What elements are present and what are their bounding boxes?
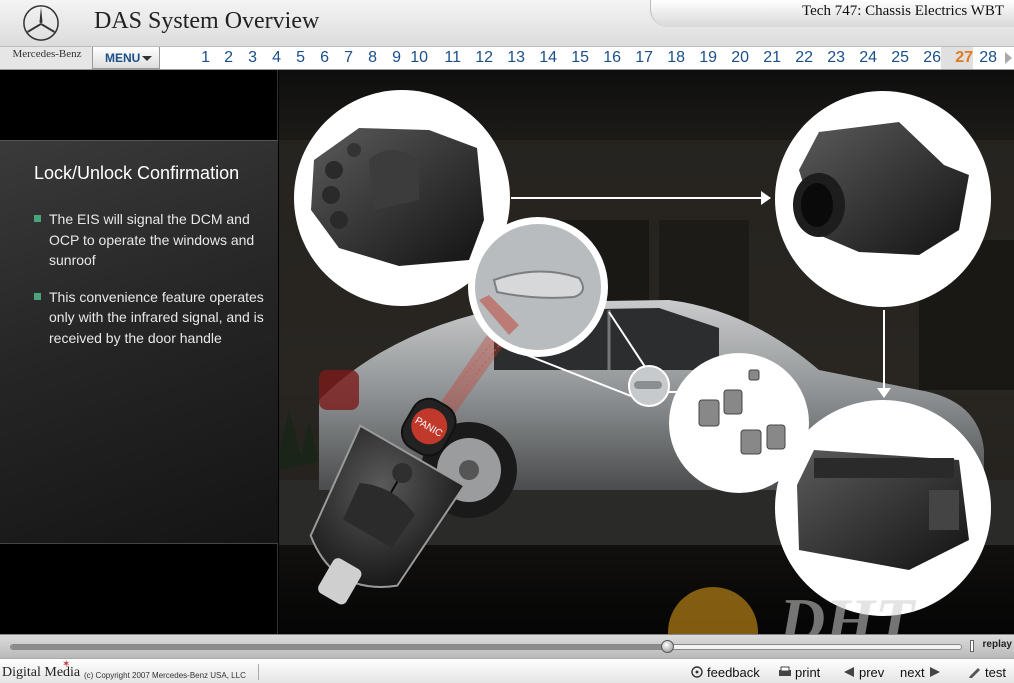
page-link-10[interactable]: 10 — [401, 47, 428, 69]
bullet-square-icon — [34, 292, 41, 300]
course-title-tab: Tech 747: Chassis Electrics WBT — [650, 0, 1014, 27]
scroll-right-arrow-icon[interactable] — [1005, 52, 1012, 64]
page-link-17[interactable]: 17 — [621, 47, 653, 69]
page-link-13[interactable]: 13 — [493, 47, 525, 69]
page-link-14[interactable]: 14 — [525, 47, 557, 69]
bullet-list: The EIS will signal the DCM and OCP to o… — [34, 209, 274, 364]
copyright-text: (c) Copyright 2007 Mercedes-Benz USA, LL… — [84, 671, 246, 680]
app-title: DAS System Overview — [94, 8, 320, 34]
page-link-27[interactable]: 27 — [941, 47, 973, 69]
test-label: test — [985, 665, 1006, 680]
slide-stage: Lock/Unlock Confirmation The EIS will si… — [0, 70, 1014, 634]
page-link-5[interactable]: 5 — [281, 47, 305, 69]
feedback-icon — [691, 666, 703, 678]
feedback-button[interactable]: feedback — [690, 665, 760, 680]
feedback-label: feedback — [707, 665, 760, 680]
page-link-28[interactable]: 28 — [973, 47, 997, 69]
page-link-25[interactable]: 25 — [877, 47, 909, 69]
page-link-8[interactable]: 8 — [353, 47, 377, 69]
page-link-11[interactable]: 11 — [428, 47, 461, 69]
page-link-6[interactable]: 6 — [305, 47, 329, 69]
print-button[interactable]: print — [778, 665, 820, 680]
menu-button[interactable]: MENU — [92, 47, 160, 69]
progress-knob[interactable] — [661, 640, 674, 653]
print-label: print — [795, 665, 821, 680]
page-link-19[interactable]: 19 — [685, 47, 717, 69]
page-link-2[interactable]: 2 — [210, 47, 233, 69]
pause-icon[interactable] — [970, 640, 974, 652]
progress-fill — [11, 645, 668, 649]
brand-name: Mercedes-Benz — [12, 48, 82, 60]
page-link-3[interactable]: 3 — [233, 47, 257, 69]
slide-title: Lock/Unlock Confirmation — [34, 163, 240, 183]
ocp-module-image — [797, 450, 969, 570]
progress-bar: replay — [0, 634, 1014, 658]
page-link-1[interactable]: 1 — [162, 47, 210, 69]
chevron-down-icon — [142, 56, 152, 61]
arrow-right-icon — [929, 667, 940, 677]
page-link-21[interactable]: 21 — [749, 47, 781, 69]
replay-button[interactable]: replay — [983, 639, 1012, 650]
page-link-16[interactable]: 16 — [589, 47, 621, 69]
navigation-bar: MENU 1 2 3 4 5 6 7 8 9 10 11 12 13 14 15 16 17 18 19 20 21 22… — [0, 46, 1014, 70]
arrow-left-icon — [844, 667, 854, 677]
next-label: next — [900, 665, 925, 680]
page-link-23[interactable]: 23 — [813, 47, 845, 69]
slide-text-box: Lock/Unlock Confirmation The EIS will si… — [0, 140, 278, 544]
progress-track[interactable] — [10, 644, 962, 650]
prev-label: prev — [859, 665, 885, 680]
watermark-text: DHT — [778, 585, 917, 634]
page-link-26[interactable]: 26 — [909, 47, 941, 69]
text-panel: Lock/Unlock Confirmation The EIS will si… — [0, 70, 278, 634]
course-title: Tech 747: Chassis Electrics WBT — [802, 3, 1004, 19]
bullet-item: This convenience feature operates only w… — [34, 287, 274, 349]
next-button[interactable]: next — [900, 665, 945, 680]
page-link-18[interactable]: 18 — [653, 47, 685, 69]
page-link-22[interactable]: 22 — [781, 47, 813, 69]
bullet-text: This convenience feature operates only w… — [49, 288, 264, 346]
page-link-12[interactable]: 12 — [461, 47, 493, 69]
mercedes-star-logo-icon — [23, 5, 59, 41]
app-header: DAS System Overview Tech 747: Chassis El… — [0, 0, 1014, 46]
logo-star-icon: ✶ — [62, 659, 71, 670]
page-link-4[interactable]: 4 — [257, 47, 281, 69]
printer-icon — [779, 666, 791, 676]
system-illustration: PANIC DHT — [279, 70, 1014, 634]
bullet-item: The EIS will signal the DCM and OCP to o… — [34, 209, 274, 271]
dht-watermark: DHT — [668, 585, 917, 634]
page-link-24[interactable]: 24 — [845, 47, 877, 69]
page-link-7[interactable]: 7 — [329, 47, 353, 69]
prev-button[interactable]: prev — [842, 665, 884, 680]
test-button[interactable]: test — [968, 665, 1006, 680]
page-navigator: 1 2 3 4 5 6 7 8 9 10 11 12 13 14 15 16 17 18 19 20 21 22 23 24 2… — [162, 47, 1002, 69]
page-link-15[interactable]: 15 — [557, 47, 589, 69]
bullet-text: The EIS will signal the DCM and OCP to o… — [49, 211, 255, 268]
menu-label: MENU — [105, 51, 141, 65]
footer-divider — [258, 664, 259, 680]
pencil-icon — [969, 668, 980, 678]
digital-media-logo: Digital Media ✶ — [2, 659, 80, 681]
door-handle-image — [492, 270, 584, 299]
footer-bar: Digital Media ✶ (c) Copyright 2007 Merce… — [0, 658, 1014, 683]
page-link-20[interactable]: 20 — [717, 47, 749, 69]
page-link-9[interactable]: 9 — [377, 47, 401, 69]
bullet-square-icon — [34, 215, 41, 222]
